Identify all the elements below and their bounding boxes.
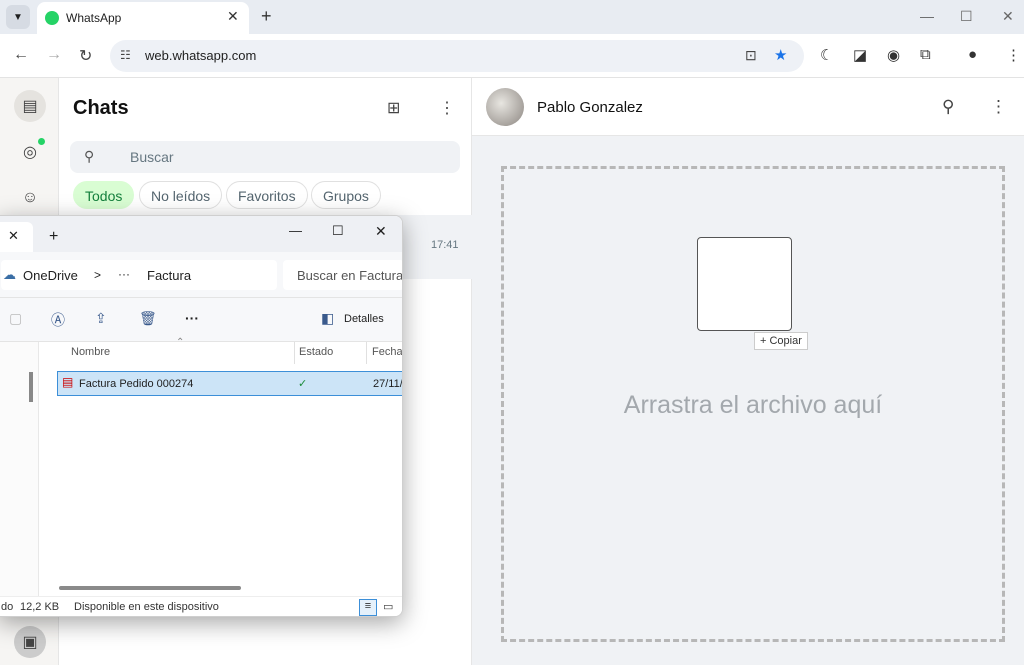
channels-nav-icon[interactable]: ☺ bbox=[14, 182, 46, 214]
onedrive-cloud-icon: ☁ bbox=[3, 267, 16, 282]
window-maximize-button[interactable]: ☐ bbox=[960, 8, 973, 25]
install-app-icon[interactable]: ⊡ bbox=[745, 47, 757, 64]
search-input[interactable]: ⚲ Buscar bbox=[70, 141, 460, 173]
browser-tab-strip: ▼ WhatsApp ✕ + — ☐ ✕ bbox=[0, 0, 1024, 34]
explorer-address-bar: ☁ OneDrive > ··· Factura Buscar en Factu… bbox=[0, 252, 403, 298]
filter-chip-todos[interactable]: Todos bbox=[73, 181, 135, 209]
page-title: Chats bbox=[73, 97, 129, 119]
url-text[interactable]: web.whatsapp.com bbox=[145, 48, 256, 63]
tiles-view-icon[interactable]: ▭ bbox=[383, 600, 393, 613]
drag-file-thumbnail bbox=[697, 237, 792, 331]
tab-close-button[interactable]: ✕ bbox=[227, 8, 239, 25]
explorer-status-bar: do 12,2 KB Disponible en este dispositiv… bbox=[0, 596, 402, 616]
browser-menu-icon[interactable]: ⋮ bbox=[1006, 46, 1021, 64]
window-close-button[interactable]: ✕ bbox=[1002, 8, 1014, 25]
delete-icon[interactable]: 🗑 bbox=[139, 310, 157, 327]
bookmark-star-icon[interactable]: ★ bbox=[774, 46, 787, 64]
status-availability: Disponible en este dispositivo bbox=[74, 601, 219, 613]
new-tab-button[interactable]: + bbox=[261, 6, 272, 27]
explorer-tab-close-button[interactable]: ✕ bbox=[8, 228, 19, 244]
explorer-new-tab-button[interactable]: + bbox=[49, 228, 58, 246]
back-icon[interactable]: ← bbox=[13, 46, 29, 64]
breadcrumb-onedrive[interactable]: OneDrive bbox=[23, 268, 78, 283]
details-button[interactable]: Detalles bbox=[344, 313, 384, 325]
file-row-selected[interactable]: ▤ Factura Pedido 000274 ✓ 27/11/ bbox=[57, 371, 403, 396]
search-icon[interactable]: ⚲ bbox=[942, 97, 954, 117]
chat-time: 17:41 bbox=[431, 239, 459, 251]
site-info-icon[interactable]: ☷ bbox=[120, 48, 131, 62]
search-placeholder: Buscar bbox=[130, 149, 174, 165]
extensions-puzzle-icon[interactable]: ⧉ bbox=[920, 46, 931, 63]
filter-chip-no-leidos[interactable]: No leídos bbox=[139, 181, 223, 209]
window-minimize-button[interactable]: — bbox=[920, 8, 934, 24]
camera-extension-icon[interactable]: ◉ bbox=[887, 46, 900, 64]
file-name[interactable]: Factura Pedido 000274 bbox=[79, 378, 193, 390]
profile-avatar[interactable]: ● bbox=[968, 46, 977, 63]
copy-badge: + Copiar bbox=[754, 332, 808, 350]
column-divider bbox=[366, 342, 367, 364]
new-chat-icon[interactable]: ⊞ bbox=[387, 98, 400, 118]
breadcrumb-separator: > bbox=[94, 268, 102, 282]
tab-search-button[interactable]: ▼ bbox=[6, 5, 30, 29]
breadcrumb-factura[interactable]: Factura bbox=[147, 268, 191, 283]
explorer-maximize-button[interactable]: ☐ bbox=[332, 223, 344, 239]
avatar[interactable] bbox=[486, 88, 524, 126]
chat-menu-icon[interactable]: ⋮ bbox=[439, 98, 455, 118]
conversation-pane: Pablo Gonzalez ⚲ ⋮ + Copiar Arrastra el … bbox=[472, 78, 1024, 665]
copy-icon[interactable]: ▢ bbox=[9, 310, 22, 327]
rename-icon[interactable]: Ⓐ bbox=[51, 310, 65, 330]
more-options-button[interactable]: ··· bbox=[185, 310, 199, 326]
sort-arrow-icon: ⌃ bbox=[176, 337, 185, 348]
search-icon: ⚲ bbox=[84, 148, 95, 164]
share-icon[interactable]: ⇪ bbox=[95, 310, 107, 327]
explorer-search-placeholder: Buscar en Factura bbox=[297, 268, 403, 283]
conversation-menu-icon[interactable]: ⋮ bbox=[990, 97, 1007, 117]
explorer-titlebar[interactable]: ✕ + — ☐ ✕ bbox=[0, 216, 402, 252]
horizontal-scrollbar[interactable] bbox=[59, 586, 241, 590]
chats-nav-icon[interactable]: ▤ bbox=[14, 90, 46, 122]
details-pane-icon[interactable]: ◧ bbox=[321, 310, 334, 327]
explorer-search-input[interactable]: Buscar en Factura bbox=[283, 260, 403, 290]
explorer-minimize-button[interactable]: — bbox=[289, 223, 302, 238]
whatsapp-favicon-icon bbox=[45, 11, 59, 25]
explorer-tab[interactable]: ✕ bbox=[0, 222, 33, 252]
conversation-header[interactable]: Pablo Gonzalez ⚲ ⋮ bbox=[472, 78, 1024, 136]
address-bar[interactable]: ☷ web.whatsapp.com ⊡ ★ bbox=[110, 40, 804, 72]
status-size: 12,2 KB bbox=[20, 601, 60, 613]
explorer-close-button[interactable]: ✕ bbox=[375, 223, 387, 240]
extension-icon[interactable]: ☾ bbox=[820, 46, 833, 64]
breadcrumb-more[interactable]: ··· bbox=[118, 267, 130, 281]
file-explorer-window[interactable]: ✕ + — ☐ ✕ ☁ OneDrive > ··· Factura Busca… bbox=[0, 215, 403, 617]
forward-icon[interactable]: → bbox=[46, 46, 62, 64]
column-divider bbox=[294, 342, 295, 364]
profile-avatar-icon[interactable]: ▣ bbox=[14, 626, 46, 658]
file-drop-zone[interactable]: + Copiar Arrastra el archivo aquí bbox=[501, 166, 1005, 642]
browser-toolbar: ← → ↻ ☷ web.whatsapp.com ⊡ ★ ☾ ◪ ◉ ⧉ ● ⋮ bbox=[0, 34, 1024, 78]
filter-chip-favoritos[interactable]: Favoritos bbox=[226, 181, 308, 209]
reload-icon[interactable]: ↻ bbox=[79, 46, 92, 66]
explorer-nav-pane bbox=[0, 342, 39, 602]
browser-tab-whatsapp[interactable]: WhatsApp ✕ bbox=[37, 2, 249, 34]
breadcrumb[interactable]: ☁ OneDrive > ··· Factura bbox=[1, 260, 277, 290]
status-unread-dot bbox=[38, 138, 45, 145]
column-header-estado[interactable]: Estado bbox=[299, 346, 333, 358]
column-header-nombre[interactable]: Nombre bbox=[71, 346, 110, 358]
details-view-icon[interactable]: ≡ bbox=[359, 599, 377, 616]
file-date: 27/11/ bbox=[373, 378, 403, 390]
status-item-count: do bbox=[1, 601, 14, 613]
tab-title: WhatsApp bbox=[66, 11, 122, 25]
nav-scrollbar[interactable] bbox=[29, 372, 33, 402]
pdf-file-icon: ▤ bbox=[62, 375, 74, 389]
send-extension-icon[interactable]: ◪ bbox=[853, 46, 867, 64]
sync-status-icon: ✓ bbox=[298, 378, 308, 390]
column-header-fecha[interactable]: Fecha bbox=[372, 346, 402, 358]
explorer-command-bar: ▢ Ⓐ ⇪ 🗑 ··· ◧ Detalles bbox=[0, 298, 402, 342]
contact-name[interactable]: Pablo Gonzalez bbox=[537, 99, 643, 116]
drop-hint-text: Arrastra el archivo aquí bbox=[623, 391, 883, 419]
filter-chip-grupos[interactable]: Grupos bbox=[311, 181, 381, 209]
chevron-down-icon: ▼ bbox=[13, 11, 23, 23]
